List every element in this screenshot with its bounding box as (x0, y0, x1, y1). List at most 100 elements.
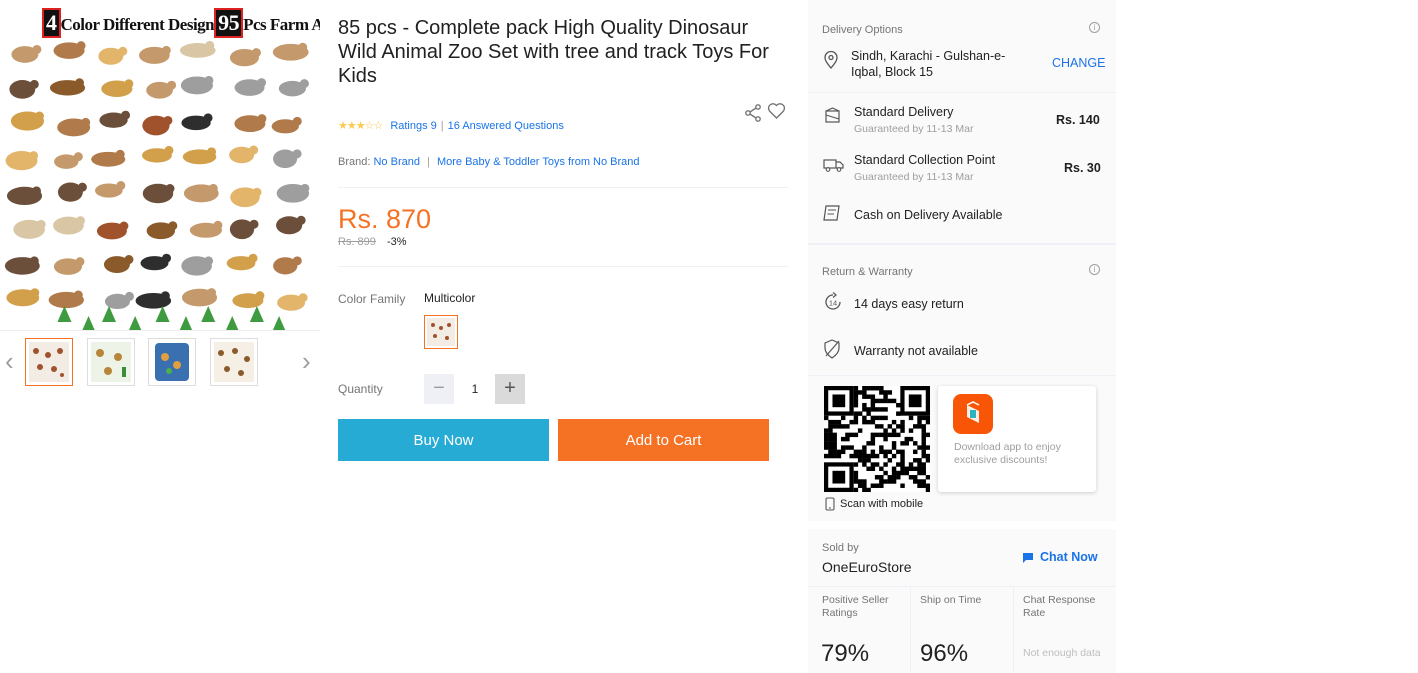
qr-module (874, 386, 880, 391)
animal-figure (162, 253, 172, 263)
qr-module (925, 415, 931, 421)
qr-module (857, 390, 863, 395)
qr-module (900, 424, 905, 429)
qr-module (921, 483, 926, 488)
share-icon[interactable] (744, 104, 762, 127)
thumbnail-4[interactable] (210, 338, 258, 386)
qr-module (853, 390, 859, 395)
seller-name[interactable]: OneEuroStore (822, 559, 912, 575)
qr-module (921, 449, 926, 455)
quantity-increase-button[interactable]: + (495, 374, 525, 404)
standard-delivery-price: Rs. 140 (1056, 113, 1100, 127)
image-banner: 4Color Different Design95Pcs Farm Animal (42, 8, 320, 38)
qr-module (879, 415, 884, 421)
return-days-icon: 14 (823, 292, 843, 317)
qr-module (866, 458, 871, 463)
qr-module (908, 436, 914, 442)
qr-module (913, 466, 918, 471)
qr-module (921, 436, 926, 442)
thumbnail-2[interactable] (87, 338, 135, 386)
qr-module (925, 453, 931, 459)
quantity-value[interactable]: 1 (466, 382, 484, 396)
qr-module (862, 419, 867, 425)
color-swatch-multicolor[interactable] (424, 315, 458, 349)
qr-module (832, 449, 837, 455)
qr-module (870, 483, 876, 488)
qr-module (879, 398, 884, 404)
qr-module (896, 462, 901, 467)
qr-module (925, 419, 931, 425)
positive-ratings-value: 79% (821, 640, 870, 667)
qr-module (866, 419, 871, 425)
qr-module (879, 432, 884, 438)
standard-delivery-name: Standard Delivery (854, 105, 954, 119)
thumbnail-1[interactable] (25, 338, 73, 386)
chat-now-button[interactable]: Chat Now (1040, 550, 1098, 564)
qr-module (840, 424, 846, 429)
standard-delivery-date: Guaranteed by 11-13 Mar (854, 123, 974, 135)
change-location-link[interactable]: CHANGE (1052, 56, 1105, 70)
qr-module (913, 449, 918, 455)
qr-module (853, 419, 859, 425)
qr-module (836, 449, 842, 455)
qr-module (832, 453, 837, 459)
qr-module (828, 424, 833, 429)
qr-module (857, 428, 863, 433)
qr-module (879, 445, 884, 450)
qr-module (870, 449, 876, 455)
color-family-label: Color Family (338, 292, 406, 306)
animal-figure (75, 78, 85, 88)
animal-figure (203, 113, 213, 123)
main-product-image[interactable]: 4Color Different Design95Pcs Farm Animal (0, 0, 320, 331)
animal-figure (118, 46, 128, 56)
questions-link[interactable]: 16 Answered Questions (448, 120, 564, 132)
qr-module (824, 453, 829, 459)
qr-module (840, 449, 846, 455)
qr-module (857, 483, 863, 488)
warranty-shield-icon (823, 339, 841, 364)
qr-module (832, 436, 837, 442)
qr-module (845, 424, 850, 429)
quantity-decrease-button[interactable]: − (424, 374, 454, 404)
qr-module (866, 487, 871, 493)
qr-module (921, 453, 926, 459)
qr-module (896, 449, 901, 455)
gallery-next-button[interactable]: › (302, 348, 311, 374)
qr-module (921, 428, 926, 433)
more-from-brand-link[interactable]: More Baby & Toddler Toys from No Brand (437, 156, 640, 168)
animal-figure (204, 256, 214, 266)
qr-module (836, 419, 842, 425)
qr-module (862, 415, 867, 421)
qr-module (921, 441, 926, 446)
thumbnail-3[interactable] (148, 338, 196, 386)
animal-figure (29, 79, 39, 89)
animal-figure (251, 48, 261, 58)
separator: | (427, 156, 430, 168)
brand-link[interactable]: No Brand (373, 156, 419, 168)
qr-module (828, 449, 833, 455)
qr-module (891, 479, 897, 484)
add-to-cart-button[interactable]: Add to Cart (558, 419, 769, 461)
gallery-prev-button[interactable]: ‹ (5, 348, 14, 374)
qr-module (853, 415, 859, 421)
qr-module (866, 441, 871, 446)
rating-row: ★★★☆☆ Ratings 9 | 16 Answered Questions (338, 119, 564, 133)
info-icon[interactable]: i (1089, 264, 1100, 275)
buy-now-button[interactable]: Buy Now (338, 419, 549, 461)
info-icon[interactable]: i (1089, 22, 1100, 33)
qr-module (921, 462, 926, 467)
delivery-box-icon (823, 107, 843, 130)
animal-figure (249, 219, 259, 229)
qr-module (883, 415, 888, 421)
ratings-link[interactable]: Ratings 9 (390, 120, 436, 132)
wishlist-heart-icon[interactable] (767, 102, 786, 126)
qr-module (853, 449, 859, 455)
qr-module (925, 432, 931, 438)
mobile-phone-icon (825, 497, 835, 516)
qr-module (853, 394, 859, 399)
animal-figure (298, 293, 308, 303)
divider (910, 587, 911, 673)
qr-module (908, 415, 914, 421)
animal-figure (29, 256, 39, 266)
animal-figure (119, 221, 129, 231)
